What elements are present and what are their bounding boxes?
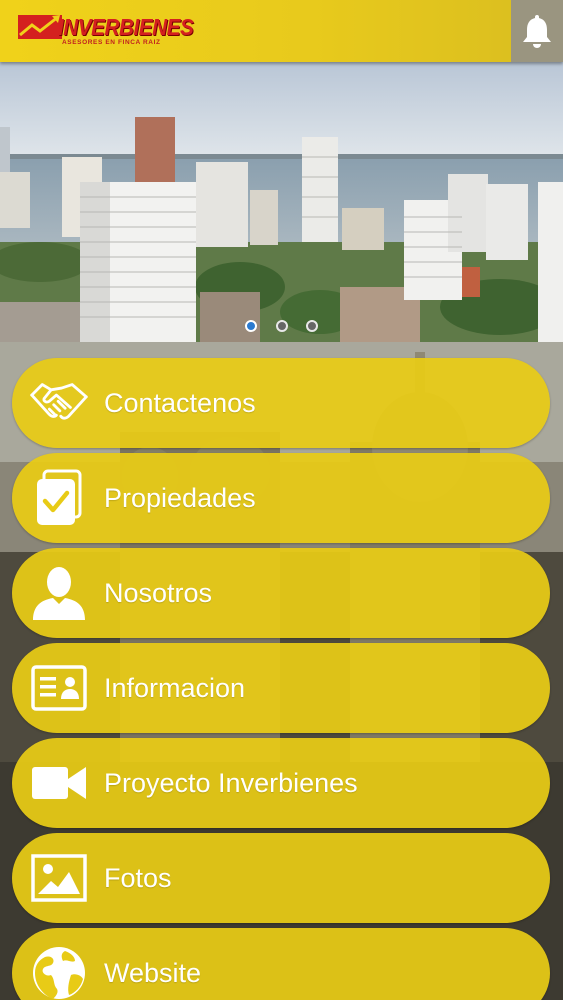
menu-label-nosotros: Nosotros [104,578,213,608]
carousel-dot-3[interactable] [306,320,318,332]
menu-label-proyecto-inverbienes: Proyecto Inverbienes [104,768,358,798]
menu-item-website[interactable]: Website [12,928,550,1000]
menu-label-contactenos: Contactenos [104,388,256,418]
menu-background: Contactenos Propiedades Nosotros Informa… [0,342,563,1000]
carousel-indicators [0,320,563,336]
menu-item-fotos[interactable]: Fotos [12,833,550,923]
menu-item-nosotros[interactable]: Nosotros [12,548,550,638]
app-header: INVERBIENES ASESORES EN FINCA RAIZ [0,0,563,62]
inverbienes-logo: INVERBIENES ASESORES EN FINCA RAIZ [18,12,194,52]
hero-carousel[interactable] [0,62,563,342]
carousel-dot-2[interactable] [276,320,288,332]
video-camera-icon [30,755,88,811]
id-card-icon [30,660,88,716]
menu-item-contactenos[interactable]: Contactenos [12,358,550,448]
logo-tagline: ASESORES EN FINCA RAIZ [62,39,161,46]
menu-item-propiedades[interactable]: Propiedades [12,453,550,543]
menu-item-proyecto-inverbienes[interactable]: Proyecto Inverbienes [12,738,550,828]
user-icon [30,565,88,621]
image-icon [30,850,88,906]
menu-label-website: Website [104,958,202,988]
carousel-dot-1[interactable] [245,320,257,332]
menu-label-informacion: Informacion [104,673,246,703]
menu-label-fotos: Fotos [104,863,172,893]
handshake-icon [30,375,88,431]
city-skyline-image [0,62,563,342]
logo-wordmark: INVERBIENES [58,14,194,40]
menu-label-propiedades: Propiedades [104,483,256,513]
bell-icon [523,15,551,48]
menu-item-informacion[interactable]: Informacion [12,643,550,733]
globe-icon [30,945,88,1000]
notifications-button[interactable] [511,0,563,62]
document-check-icon [30,469,88,526]
